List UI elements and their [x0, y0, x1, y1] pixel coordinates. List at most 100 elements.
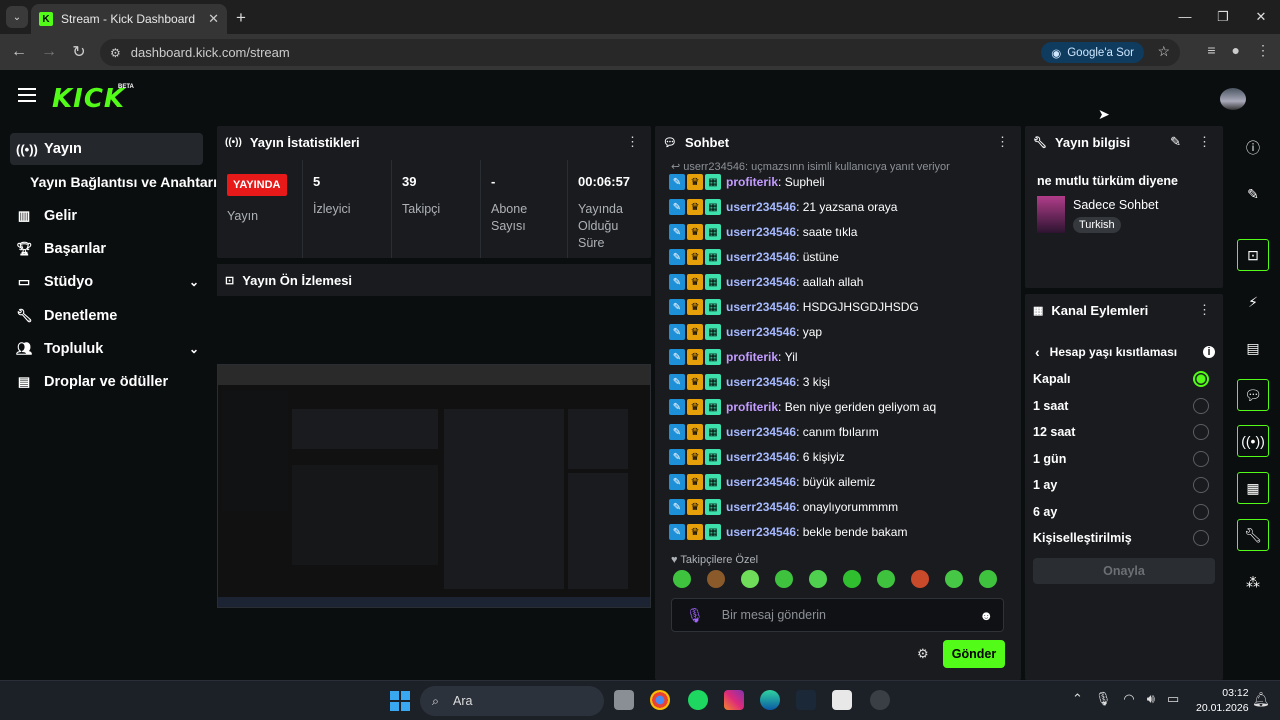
- chevron-up-icon[interactable]: ⌃: [1072, 691, 1083, 707]
- sidebar-item-topluluk[interactable]: 👥︎ Topluluk ⌄: [10, 333, 203, 365]
- chat-username[interactable]: userr234546: [726, 375, 796, 389]
- app-icon[interactable]: [870, 690, 890, 710]
- emote-icon[interactable]: [707, 570, 725, 588]
- emote-icon[interactable]: [809, 570, 827, 588]
- wifi-icon[interactable]: ◠: [1123, 691, 1134, 707]
- chat-username[interactable]: userr234546: [726, 525, 796, 539]
- account-age-option[interactable]: Kişiselleştirilmiş: [1033, 529, 1217, 547]
- chat-settings-gear-icon[interactable]: ⚙: [917, 646, 929, 662]
- profile-icon[interactable]: ●: [1232, 42, 1240, 59]
- browser-tab[interactable]: K Stream - Kick Dashboard ✕: [31, 4, 227, 34]
- chat-username[interactable]: userr234546: [726, 275, 796, 289]
- more-options-icon[interactable]: ⋮: [996, 134, 1009, 150]
- chat-username[interactable]: userr234546: [726, 450, 796, 464]
- avatar[interactable]: [1220, 88, 1246, 110]
- forward-icon[interactable]: →: [34, 43, 64, 61]
- document-icon[interactable]: ▤: [1237, 332, 1269, 364]
- bookmark-star-icon[interactable]: ☆: [1157, 43, 1170, 60]
- chrome-icon[interactable]: [650, 690, 670, 710]
- preview-toggle-icon[interactable]: ⊡: [1237, 239, 1269, 271]
- maximize-icon[interactable]: ❐: [1204, 0, 1242, 34]
- close-window-icon[interactable]: ✕: [1242, 0, 1280, 34]
- microphone-icon[interactable]: 🎙︎: [686, 607, 704, 624]
- radio-button[interactable]: [1193, 371, 1209, 387]
- broadcast-toggle-icon[interactable]: ((•)): [1237, 425, 1269, 457]
- add-widget-icon[interactable]: ⁂: [1237, 566, 1269, 598]
- more-options-icon[interactable]: ⋮: [1198, 134, 1211, 150]
- edit-pencil-icon[interactable]: ✎: [1170, 134, 1181, 150]
- account-age-option[interactable]: 1 ay: [1033, 476, 1217, 494]
- account-age-header[interactable]: ‹ Hesap yaşı kısıtlaması i: [1035, 344, 1215, 360]
- battery-icon[interactable]: ▭: [1167, 691, 1179, 707]
- emote-icon[interactable]: [877, 570, 895, 588]
- chat-message-input[interactable]: 🎙︎ Bir mesaj gönderin ☻: [671, 598, 1004, 632]
- menu-icon[interactable]: ⋮: [1256, 42, 1270, 59]
- microphone-icon[interactable]: 🎙︎: [1095, 691, 1112, 707]
- chat-username[interactable]: userr234546: [726, 425, 796, 439]
- chat-username[interactable]: profiterik: [726, 175, 778, 189]
- sidebar-item-basarilar[interactable]: 🏆︎ Başarılar: [10, 233, 203, 265]
- account-age-option[interactable]: 1 saat: [1033, 397, 1217, 415]
- sidebar-item-denetleme[interactable]: 🔧︎ Denetleme: [10, 300, 203, 332]
- radio-button[interactable]: [1193, 530, 1209, 546]
- sidebar-item-yayin[interactable]: ((•)) Yayın: [10, 133, 203, 165]
- sidebar-item-studyo[interactable]: ▭ Stüdyo ⌄: [10, 266, 203, 298]
- send-button[interactable]: Gönder: [943, 640, 1005, 668]
- chat-username[interactable]: userr234546: [726, 225, 796, 239]
- file-explorer-icon[interactable]: [614, 690, 634, 710]
- hamburger-menu-icon[interactable]: [18, 88, 36, 102]
- sidebar-item-stream-key[interactable]: Yayın Bağlantısı ve Anahtarı: [24, 166, 224, 198]
- account-age-option[interactable]: 12 saat: [1033, 423, 1217, 441]
- chevron-left-icon[interactable]: ‹: [1035, 344, 1040, 360]
- site-info-icon[interactable]: ⚙: [110, 46, 121, 60]
- taskbar-search[interactable]: ⌕ Ara: [420, 686, 604, 716]
- steam-icon[interactable]: [796, 690, 816, 710]
- notification-bell-icon[interactable]: 🔔︎: [1252, 691, 1270, 708]
- wrench-toggle-icon[interactable]: 🔧︎: [1237, 519, 1269, 551]
- minimize-icon[interactable]: —: [1166, 0, 1204, 34]
- close-tab-icon[interactable]: ✕: [208, 11, 219, 27]
- store-icon[interactable]: [832, 690, 852, 710]
- media-icon[interactable]: ≡: [1207, 42, 1215, 59]
- sidebar-item-gelir[interactable]: ▥ Gelir: [10, 200, 203, 232]
- more-options-icon[interactable]: ⋮: [1198, 302, 1211, 318]
- volume-icon[interactable]: 🔊︎: [1147, 691, 1155, 707]
- kick-logo[interactable]: KICK: [52, 84, 125, 114]
- chat-username[interactable]: userr234546: [726, 250, 796, 264]
- reload-icon[interactable]: ↻: [64, 42, 94, 62]
- chat-toggle-icon[interactable]: 💬︎: [1237, 379, 1269, 411]
- confirm-button[interactable]: Onayla: [1033, 558, 1215, 584]
- clock[interactable]: 03:12 20.01.2026: [1196, 686, 1249, 716]
- radio-button[interactable]: [1193, 450, 1209, 467]
- spotify-icon[interactable]: [688, 690, 708, 710]
- emote-icon[interactable]: [673, 570, 691, 588]
- instagram-icon[interactable]: [724, 690, 744, 710]
- chat-username[interactable]: profiterik: [726, 400, 778, 414]
- account-age-option[interactable]: Kapalı: [1033, 370, 1217, 388]
- chat-username[interactable]: userr234546: [726, 500, 796, 514]
- info-icon[interactable]: i: [1203, 346, 1215, 358]
- lightning-icon[interactable]: ⚡︎: [1237, 286, 1269, 318]
- chat-username[interactable]: profiterik: [726, 350, 778, 364]
- emote-icon[interactable]: [911, 570, 929, 588]
- radio-button[interactable]: [1193, 503, 1209, 520]
- edge-icon[interactable]: [760, 690, 780, 710]
- emoji-icon[interactable]: ☻: [979, 608, 993, 623]
- more-options-icon[interactable]: ⋮: [626, 134, 639, 150]
- account-age-option[interactable]: 1 gün: [1033, 450, 1217, 468]
- info-icon[interactable]: ⓘ: [1237, 132, 1269, 164]
- emote-icon[interactable]: [775, 570, 793, 588]
- back-icon[interactable]: ←: [4, 43, 34, 61]
- chat-username[interactable]: userr234546: [726, 475, 796, 489]
- radio-button[interactable]: [1193, 477, 1209, 493]
- chat-username[interactable]: userr234546: [726, 300, 796, 314]
- account-age-option[interactable]: 6 ay: [1033, 503, 1217, 521]
- radio-button[interactable]: [1193, 397, 1209, 414]
- emote-icon[interactable]: [979, 570, 997, 588]
- tab-search-icon[interactable]: ⌄: [6, 6, 28, 28]
- emote-icon[interactable]: [945, 570, 963, 588]
- edit-pencil-icon[interactable]: ✎: [1237, 178, 1269, 210]
- address-bar[interactable]: ⚙ dashboard.kick.com/stream ◉ Google'a S…: [100, 39, 1180, 66]
- stream-preview-video[interactable]: [217, 364, 651, 608]
- emote-icon[interactable]: [843, 570, 861, 588]
